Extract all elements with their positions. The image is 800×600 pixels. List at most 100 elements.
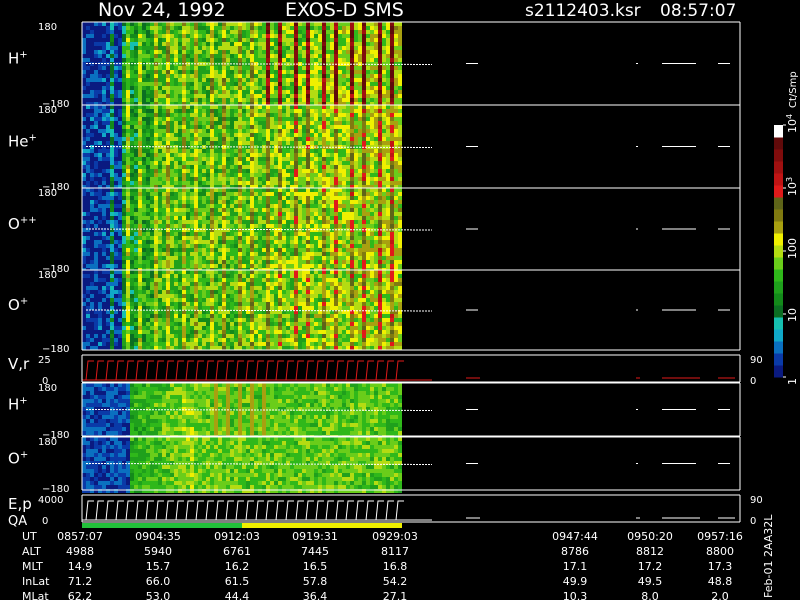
heat-cell	[210, 149, 214, 153]
heat-cell	[322, 26, 326, 30]
heat-cell	[330, 165, 334, 169]
heat-cell	[90, 137, 94, 141]
heat-cell	[94, 50, 98, 54]
heat-cell	[274, 141, 278, 145]
heat-cell	[142, 109, 146, 113]
heat-cell	[90, 30, 94, 34]
heat-cell	[90, 264, 94, 268]
heat-cell	[146, 240, 150, 244]
heat-cell	[242, 82, 246, 86]
heat-cell	[358, 70, 362, 74]
heat-cell	[102, 232, 106, 236]
heat-cell	[378, 94, 382, 98]
heat-cell	[214, 181, 218, 185]
heat-cell	[102, 264, 106, 268]
heat-cell	[334, 200, 338, 204]
heat-cell	[86, 240, 90, 244]
heat-cell	[290, 169, 294, 173]
heat-cell	[210, 173, 214, 177]
heat-cell	[82, 204, 86, 208]
heat-cell	[222, 157, 226, 161]
heat-cell	[258, 256, 262, 260]
heat-cell	[110, 224, 114, 228]
heat-cell	[138, 46, 142, 50]
heat-cell	[314, 196, 318, 200]
heat-cell	[98, 109, 102, 113]
heat-cell	[214, 121, 218, 125]
heat-cell	[230, 113, 234, 117]
heat-cell	[214, 26, 218, 30]
heat-cell	[166, 181, 170, 185]
heat-cell	[134, 177, 138, 181]
heat-cell	[206, 34, 210, 38]
heat-cell	[150, 224, 154, 228]
heat-cell	[114, 98, 118, 102]
heat-cell	[230, 98, 234, 102]
heat-cell	[286, 86, 290, 90]
heat-cell	[222, 153, 226, 157]
heat-cell	[326, 240, 330, 244]
heat-cell	[266, 256, 270, 260]
heat-cell	[146, 105, 150, 109]
heat-cell	[394, 42, 398, 46]
heat-cell	[338, 54, 342, 58]
heat-cell	[130, 82, 134, 86]
heat-cell	[382, 82, 386, 86]
heat-cell	[262, 204, 266, 208]
heat-cell	[218, 157, 222, 161]
heat-cell	[190, 94, 194, 98]
heat-cell	[250, 177, 254, 181]
heat-cell	[214, 169, 218, 173]
heat-cell	[334, 252, 338, 256]
heat-cell	[138, 105, 142, 109]
heat-cell	[170, 109, 174, 113]
heat-cell	[130, 149, 134, 153]
heat-cell	[346, 121, 350, 125]
heat-cell	[170, 181, 174, 185]
heat-cell	[338, 256, 342, 260]
heat-cell	[274, 30, 278, 34]
heat-cell	[330, 125, 334, 129]
heat-cell	[202, 26, 206, 30]
heat-cell	[202, 216, 206, 220]
heat-cell	[386, 117, 390, 121]
heat-cell	[378, 192, 382, 196]
heat-cell	[106, 117, 110, 121]
heat-cell	[358, 157, 362, 161]
heat-cell	[334, 34, 338, 38]
heat-cell	[274, 248, 278, 252]
heat-cell	[94, 129, 98, 133]
heat-cell	[206, 46, 210, 50]
heat-cell	[282, 244, 286, 248]
heat-cell	[122, 117, 126, 121]
heat-cell	[274, 74, 278, 78]
heat-cell	[354, 192, 358, 196]
heat-cell	[230, 74, 234, 78]
heat-cell	[294, 98, 298, 102]
heat-cell	[202, 200, 206, 204]
heat-cell	[338, 212, 342, 216]
heat-cell	[250, 133, 254, 137]
heat-cell	[334, 157, 338, 161]
heat-cell	[382, 109, 386, 113]
heat-cell	[390, 177, 394, 181]
heat-cell	[270, 153, 274, 157]
heat-cell	[218, 200, 222, 204]
heat-cell	[398, 90, 402, 94]
heat-cell	[170, 153, 174, 157]
heat-cell	[370, 117, 374, 121]
heat-cell	[238, 109, 242, 113]
heat-cell	[118, 125, 122, 129]
heat-cell	[362, 82, 366, 86]
heat-cell	[242, 169, 246, 173]
heat-cell	[98, 38, 102, 42]
heat-cell	[154, 161, 158, 165]
heat-cell	[126, 228, 130, 232]
heat-cell	[178, 252, 182, 256]
heat-cell	[354, 157, 358, 161]
heat-cell	[206, 149, 210, 153]
heat-cell	[122, 169, 126, 173]
heat-cell	[274, 113, 278, 117]
heat-cell	[338, 153, 342, 157]
heat-cell	[382, 125, 386, 129]
